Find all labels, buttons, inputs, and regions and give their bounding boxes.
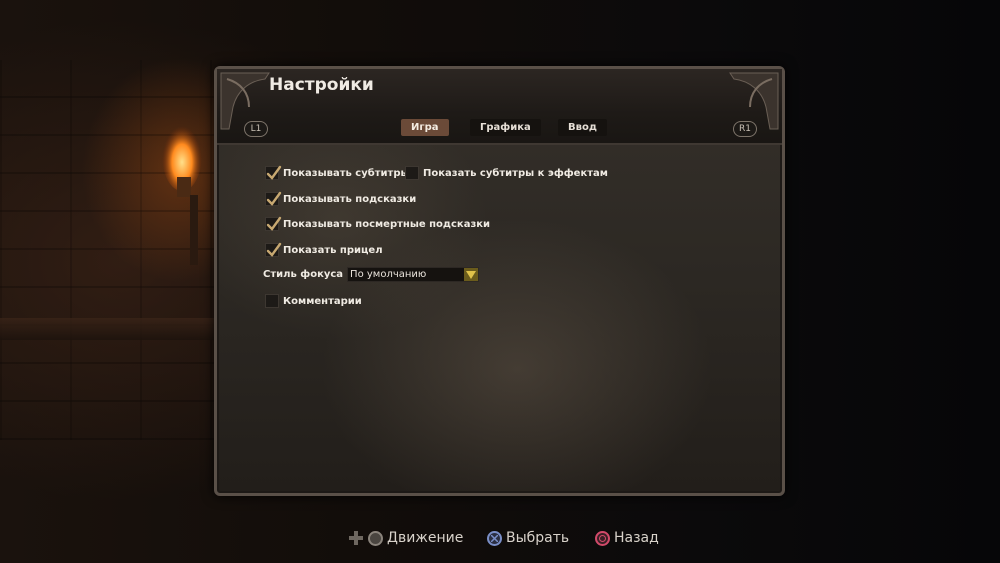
checkmark-icon — [266, 216, 282, 231]
left-stick-icon — [368, 530, 383, 546]
tab-graphics[interactable]: Графика — [470, 119, 541, 136]
crosshair-checkbox[interactable] — [265, 242, 282, 257]
option-hints[interactable]: Показывать подсказки — [265, 191, 417, 206]
settings-panel: Настройки L1 R1 Игра Графика Ввод Показы… — [214, 66, 785, 546]
move-label: Движение — [387, 530, 464, 546]
checkmark-icon — [266, 242, 282, 257]
subtitles-label: Показывать субтитры — [283, 167, 410, 179]
panel-header: Настройки L1 R1 Игра Графика Ввод — [217, 69, 782, 145]
cross-button-icon — [487, 530, 502, 546]
background-wooden-beam — [0, 318, 230, 340]
commentary-label: Комментарии — [283, 295, 362, 307]
focus-style-dropdown[interactable]: По умолчанию — [347, 267, 480, 282]
l1-button[interactable]: L1 — [244, 121, 268, 137]
option-commentary[interactable]: Комментарии — [265, 294, 362, 308]
tab-game[interactable]: Игра — [401, 119, 449, 136]
page-title: Настройки — [269, 75, 374, 95]
hints-label: Показывать подсказки — [283, 193, 417, 205]
posthumous-hints-label: Показывать посмертные подсказки — [283, 218, 491, 230]
torch-icon — [162, 119, 202, 265]
select-label: Выбрать — [506, 530, 570, 546]
effect-subtitles-label: Показать субтитры к эффектам — [423, 167, 608, 179]
option-subtitles[interactable]: Показывать субтитры — [265, 165, 410, 180]
checkmark-icon — [266, 165, 282, 180]
tab-input[interactable]: Ввод — [558, 119, 607, 136]
hints-checkbox[interactable] — [265, 191, 282, 206]
option-crosshair[interactable]: Показать прицел — [265, 242, 383, 257]
r1-button[interactable]: R1 — [733, 121, 757, 137]
posthumous-hints-checkbox[interactable] — [265, 216, 282, 231]
footer-back-hint[interactable]: Назад — [595, 530, 659, 546]
effect-subtitles-checkbox[interactable] — [405, 166, 419, 180]
footer-select-hint[interactable]: Выбрать — [487, 530, 569, 546]
focus-style-label: Стиль фокуса — [263, 269, 344, 280]
focus-style-value: По умолчанию — [350, 269, 427, 280]
dpad-icon — [349, 531, 363, 545]
footer-move-hint: Движение — [348, 530, 463, 546]
subtitles-checkbox[interactable] — [265, 165, 282, 180]
chevron-down-icon[interactable] — [464, 268, 479, 281]
checkmark-icon — [266, 191, 282, 206]
circle-button-icon — [595, 530, 610, 546]
crosshair-label: Показать прицел — [283, 244, 383, 256]
commentary-checkbox[interactable] — [265, 294, 279, 308]
back-label: Назад — [614, 530, 659, 546]
option-effect-subtitles[interactable]: Показать субтитры к эффектам — [405, 166, 608, 180]
option-focus-style[interactable]: Стиль фокуса По умолчанию — [263, 267, 480, 282]
option-posthumous-hints[interactable]: Показывать посмертные подсказки — [265, 216, 491, 231]
